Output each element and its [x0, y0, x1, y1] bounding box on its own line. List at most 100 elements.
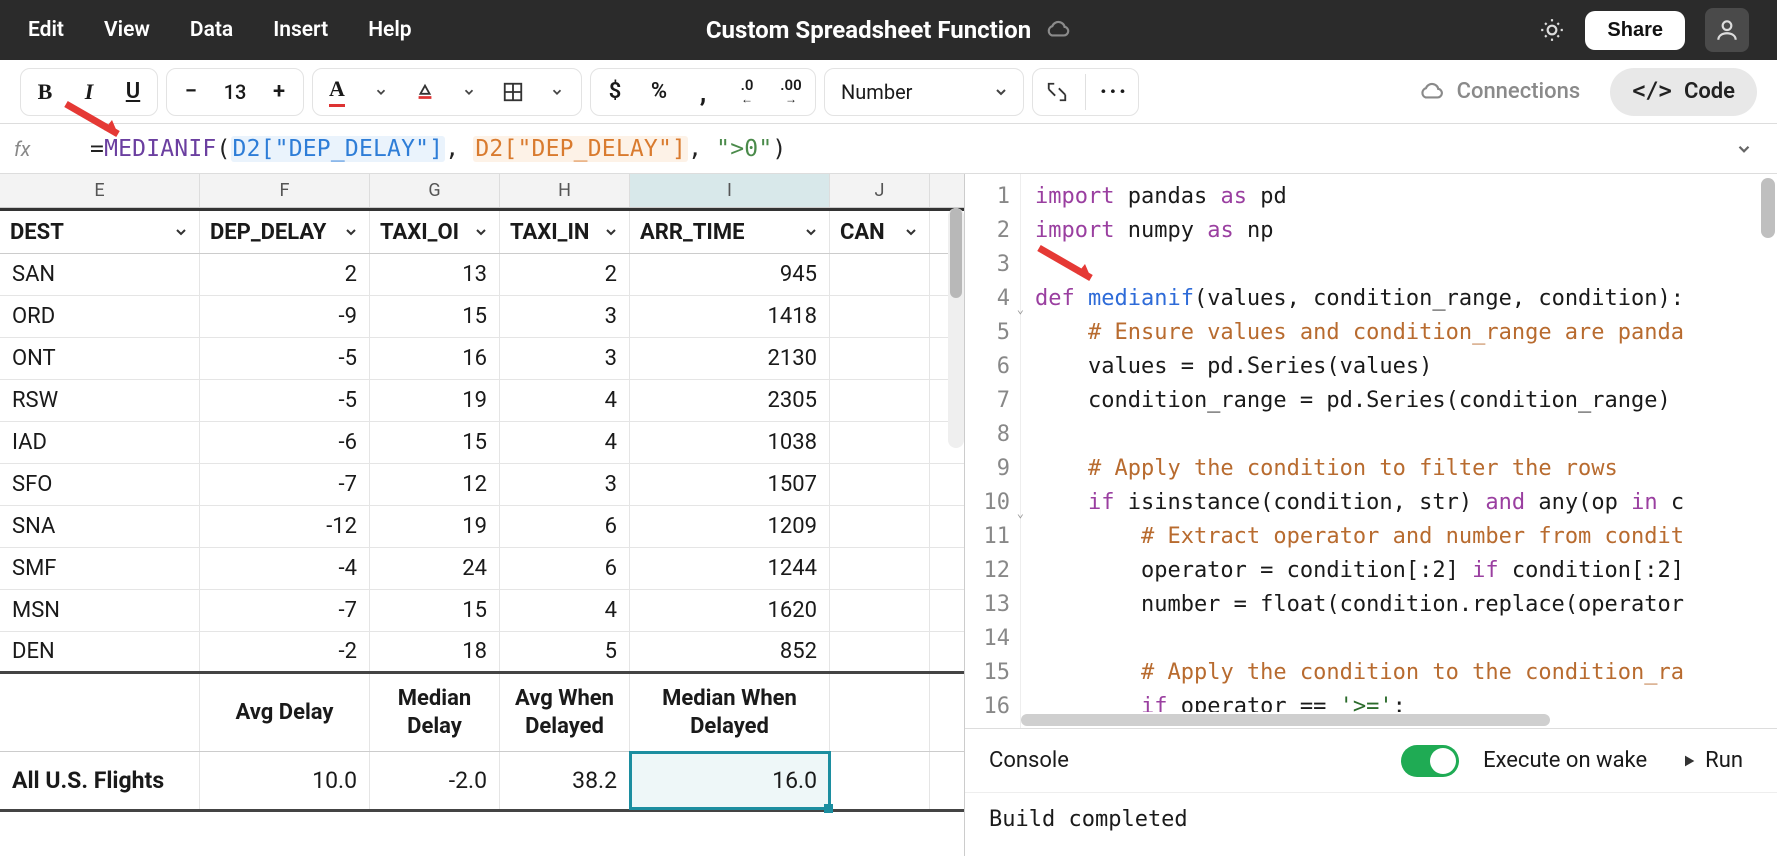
bold-button[interactable]: B — [25, 72, 65, 112]
code-line[interactable]: def medianif(values, condition_range, co… — [1035, 282, 1684, 316]
code-line[interactable]: # Ensure values and condition_range are … — [1035, 316, 1684, 350]
summary-header-cell[interactable]: Avg Delay — [200, 674, 370, 751]
code-line[interactable]: import pandas as pd — [1035, 180, 1684, 214]
summary-empty[interactable] — [830, 752, 930, 809]
chevron-down-icon[interactable] — [173, 224, 189, 240]
cell-taxi-out[interactable]: 12 — [370, 464, 500, 505]
cell-arr-time[interactable]: 1244 — [630, 548, 830, 589]
cell-dest[interactable]: SNA — [0, 506, 200, 547]
cell-taxi-in[interactable]: 4 — [500, 590, 630, 631]
decrease-decimal-button[interactable]: .0← — [727, 72, 767, 112]
sheet-body[interactable]: DESTDEP_DELAYTAXI_OITAXI_INARR_TIMECAN S… — [0, 208, 964, 856]
cell-dep-delay[interactable]: -7 — [200, 590, 370, 631]
cell-format-select[interactable]: Number — [824, 68, 1024, 116]
column-dest[interactable]: DEST — [0, 211, 200, 253]
percent-button[interactable]: % — [639, 72, 679, 112]
cell-cancelled[interactable] — [830, 296, 930, 337]
cell-dep-delay[interactable]: -12 — [200, 506, 370, 547]
lightbulb-icon[interactable] — [1539, 17, 1565, 43]
code-line[interactable]: if isinstance(condition, str) and any(op… — [1035, 486, 1684, 520]
formula-expand-button[interactable] — [1735, 140, 1753, 158]
connections-button[interactable]: Connections — [1397, 68, 1603, 116]
document-title[interactable]: Custom Spreadsheet Function — [706, 16, 1031, 44]
cell-cancelled[interactable] — [830, 464, 930, 505]
cell-taxi-in[interactable]: 4 — [500, 422, 630, 463]
summary-header-cell[interactable] — [0, 674, 200, 751]
cell-taxi-in[interactable]: 6 — [500, 506, 630, 547]
cell-dest[interactable]: ONT — [0, 338, 200, 379]
cell-arr-time[interactable]: 2305 — [630, 380, 830, 421]
code-line[interactable]: number = float(condition.replace(operato… — [1035, 588, 1684, 622]
cell-arr-time[interactable]: 1507 — [630, 464, 830, 505]
menu-help[interactable]: Help — [368, 18, 411, 42]
cell-dest[interactable]: SFO — [0, 464, 200, 505]
cell-dest[interactable]: SAN — [0, 254, 200, 295]
cell-taxi-in[interactable]: 3 — [500, 338, 630, 379]
cell-dest[interactable]: MSN — [0, 590, 200, 631]
column-dep_delay[interactable]: DEP_DELAY — [200, 211, 370, 253]
cell-arr-time[interactable]: 2130 — [630, 338, 830, 379]
cell-taxi-out[interactable]: 24 — [370, 548, 500, 589]
cell-taxi-out[interactable]: 15 — [370, 590, 500, 631]
cell-taxi-out[interactable]: 19 — [370, 380, 500, 421]
summary-median-delay[interactable]: -2.0 — [370, 752, 500, 809]
column-header-J[interactable]: J — [830, 174, 930, 207]
formula-input[interactable]: =MEDIANIF(D2["DEP_DELAY"], D2["DEP_DELAY… — [90, 136, 786, 162]
summary-header-cell[interactable]: Avg When Delayed — [500, 674, 630, 751]
cell-dep-delay[interactable]: -7 — [200, 464, 370, 505]
column-header-E[interactable]: E — [0, 174, 200, 207]
menu-edit[interactable]: Edit — [28, 18, 64, 42]
cell-dest[interactable]: IAD — [0, 422, 200, 463]
cell-arr-time[interactable]: 852 — [630, 632, 830, 671]
cell-arr-time[interactable]: 945 — [630, 254, 830, 295]
cell-taxi-out[interactable]: 13 — [370, 254, 500, 295]
code-line[interactable]: condition_range = pd.Series(condition_ra… — [1035, 384, 1684, 418]
column-taxi_in[interactable]: TAXI_IN — [500, 211, 630, 253]
cell-cancelled[interactable] — [830, 548, 930, 589]
column-header-G[interactable]: G — [370, 174, 500, 207]
text-color-dropdown[interactable] — [361, 72, 401, 112]
fold-chevron-icon[interactable]: ⌄ — [1017, 496, 1024, 530]
user-menu-button[interactable] — [1705, 8, 1749, 52]
cell-taxi-in[interactable]: 2 — [500, 254, 630, 295]
sheet-vertical-scrollbar[interactable] — [948, 208, 964, 448]
cell-dep-delay[interactable]: 2 — [200, 254, 370, 295]
summary-header-cell[interactable]: Median Delay — [370, 674, 500, 751]
execute-on-wake-toggle[interactable] — [1401, 745, 1459, 777]
cell-cancelled[interactable] — [830, 632, 930, 671]
code-line[interactable]: values = pd.Series(values) — [1035, 350, 1684, 384]
column-arr_time[interactable]: ARR_TIME — [630, 211, 830, 253]
increase-decimal-button[interactable]: .00→ — [771, 72, 811, 112]
summary-avg-when-delayed[interactable]: 38.2 — [500, 752, 630, 809]
chevron-down-icon[interactable] — [803, 224, 819, 240]
code-editor[interactable]: 1234⌄5678910⌄111213141516 import pandas … — [965, 174, 1777, 728]
column-header-H[interactable]: H — [500, 174, 630, 207]
code-line[interactable]: # Apply the condition to the condition_r… — [1035, 656, 1684, 690]
code-content[interactable]: import pandas as pdimport numpy as npdef… — [1021, 174, 1684, 728]
cell-dep-delay[interactable]: -6 — [200, 422, 370, 463]
expand-panel-button[interactable] — [1037, 72, 1077, 112]
chevron-down-icon[interactable] — [903, 224, 919, 240]
cell-taxi-in[interactable]: 3 — [500, 296, 630, 337]
share-button[interactable]: Share — [1585, 11, 1685, 50]
cell-arr-time[interactable]: 1620 — [630, 590, 830, 631]
editor-horizontal-scrollbar[interactable] — [1021, 712, 1777, 728]
cell-taxi-in[interactable]: 6 — [500, 548, 630, 589]
editor-vertical-scrollbar[interactable] — [1761, 178, 1775, 238]
cell-cancelled[interactable] — [830, 254, 930, 295]
cell-arr-time[interactable]: 1038 — [630, 422, 830, 463]
cell-taxi-out[interactable]: 16 — [370, 338, 500, 379]
text-color-button[interactable]: A — [317, 72, 357, 112]
comma-button[interactable]: , — [683, 72, 723, 112]
cell-taxi-out[interactable]: 19 — [370, 506, 500, 547]
cell-dest[interactable]: SMF — [0, 548, 200, 589]
cell-taxi-out[interactable]: 18 — [370, 632, 500, 671]
column-header-F[interactable]: F — [200, 174, 370, 207]
cell-dep-delay[interactable]: -2 — [200, 632, 370, 671]
cell-dest[interactable]: ORD — [0, 296, 200, 337]
menu-view[interactable]: View — [104, 18, 150, 42]
fold-chevron-icon[interactable]: ⌄ — [1017, 292, 1024, 326]
chevron-down-icon[interactable] — [603, 224, 619, 240]
code-line[interactable]: # Extract operator and number from condi… — [1035, 520, 1684, 554]
summary-avg-delay[interactable]: 10.0 — [200, 752, 370, 809]
